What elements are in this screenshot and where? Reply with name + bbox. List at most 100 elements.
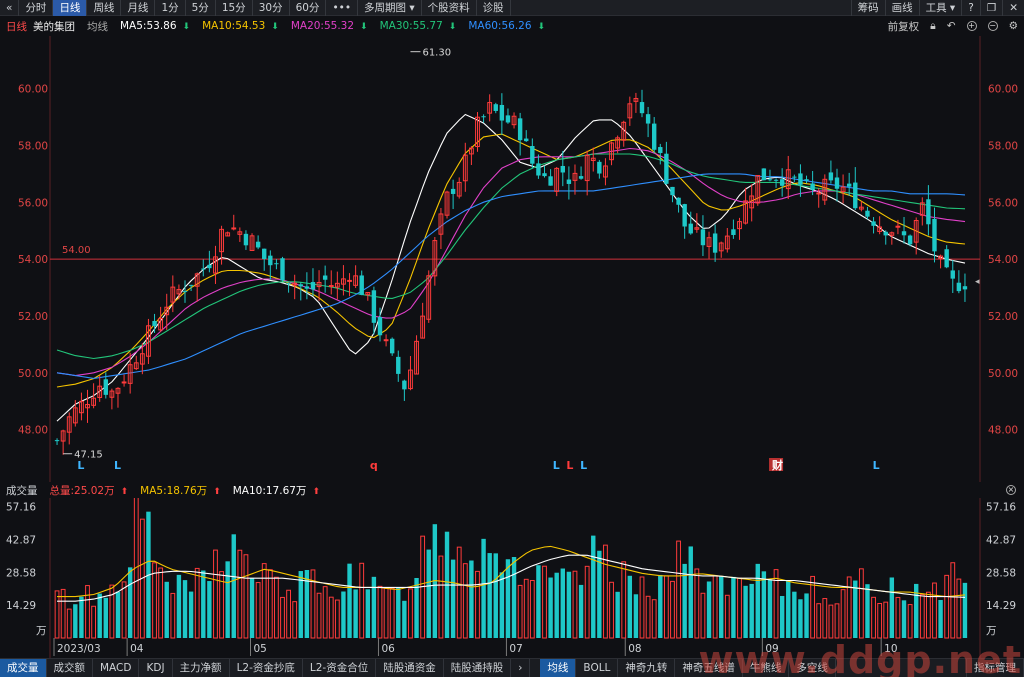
settings-icon[interactable]: ⚙	[1009, 20, 1018, 32]
candlestick	[962, 273, 968, 302]
candlestick	[834, 168, 840, 202]
candlestick	[121, 374, 127, 387]
vol-ma5-value: MA5:18.76万	[140, 484, 208, 497]
tab-intraday[interactable]: 分时	[19, 0, 54, 16]
tab-hk-flow[interactable]: 陆股通资金	[376, 659, 444, 677]
stock-name: 美的集团	[33, 20, 75, 33]
tab-monthly[interactable]: 月线	[121, 0, 156, 16]
tab-volume[interactable]: 成交量	[0, 659, 47, 677]
tab-daily[interactable]: 日线	[53, 0, 88, 16]
tab-ma[interactable]: 均线	[540, 659, 577, 677]
candlestick	[584, 150, 590, 196]
candlestick	[877, 216, 883, 235]
adjust-mode-button[interactable]: 前复权	[888, 19, 920, 34]
volume-bar	[615, 591, 620, 638]
candlestick	[566, 166, 572, 200]
candlestick	[682, 203, 687, 239]
candlestick	[718, 241, 724, 258]
candlestick-chart[interactable]: 60.00 60.00 58.00 58.00 56.00 56.00 54.00 54.00…	[0, 36, 1024, 482]
volume-bar	[676, 540, 681, 639]
volume-bar	[267, 569, 273, 639]
tab-60min[interactable]: 60分	[290, 0, 327, 16]
chips-button[interactable]: 筹码	[850, 0, 885, 16]
candlestick	[54, 438, 60, 445]
arrow-up-icon: ⬆	[120, 486, 129, 497]
candlestick	[499, 93, 505, 136]
ellipsis-icon[interactable]: •••	[326, 0, 359, 16]
tab-5min[interactable]: 5分	[186, 0, 216, 16]
candlestick	[651, 117, 657, 154]
tools-button[interactable]: 工具 ▾	[918, 0, 962, 16]
volume-bar	[322, 586, 328, 639]
volume-bar	[816, 603, 822, 639]
volume-chart[interactable]: 57.16 57.16 42.87 42.87 28.58 28.58 14.29 14.29…	[0, 498, 1024, 658]
x-month-label: 2023/03	[57, 643, 101, 655]
ma5-legend: MA5:53.86 ⬇	[114, 20, 190, 32]
tab-turnover[interactable]: 成交额	[47, 659, 93, 677]
vol-y-tick-label: 28.58	[6, 567, 36, 579]
candlestick	[944, 245, 949, 269]
lock-icon[interactable]: 🔒︎	[930, 20, 936, 33]
candlestick	[310, 268, 316, 296]
signal-marker: L	[77, 459, 84, 472]
tab-l2-position[interactable]: L2-资金合位	[303, 659, 377, 677]
tab-boll[interactable]: BOLL	[576, 659, 619, 677]
tab-weekly[interactable]: 周线	[87, 0, 122, 16]
vol-ma10: MA10:17.67万 ⬆	[227, 483, 320, 498]
tab-l2-bottom[interactable]: L2-资金抄底	[230, 659, 303, 677]
candlestick	[755, 175, 761, 206]
tab-main-net[interactable]: 主力净额	[173, 659, 230, 677]
zoom-in-icon[interactable]: +	[966, 21, 977, 31]
x-month-label: 07	[509, 643, 522, 655]
candlestick	[530, 138, 535, 169]
volume-bar	[871, 596, 876, 639]
tab-hk-holding[interactable]: 陆股通持股	[444, 659, 512, 677]
stock-profile-button[interactable]: 个股资料	[422, 0, 477, 16]
ma30-value: MA30:55.77	[379, 20, 443, 32]
undo-icon[interactable]: ↶	[947, 20, 956, 32]
zoom-out-icon[interactable]: −	[987, 21, 998, 31]
tab-macd[interactable]: MACD	[93, 659, 140, 677]
tab-15min[interactable]: 15分	[216, 0, 253, 16]
tab-td9[interactable]: 神奇九转	[618, 659, 676, 677]
tab-kdj[interactable]: KDJ	[139, 659, 173, 677]
volume-bar	[925, 591, 931, 639]
close-icon[interactable]: ✕	[1002, 0, 1024, 16]
close-icon[interactable]: ×	[1006, 485, 1016, 495]
candlestick	[572, 164, 578, 195]
volume-bar	[932, 582, 937, 639]
diagnose-button[interactable]: 诊股	[477, 0, 511, 16]
candlestick	[517, 112, 523, 156]
ma-line-ma20	[56, 147, 966, 377]
tab-30min[interactable]: 30分	[253, 0, 290, 16]
volume-bar	[779, 595, 785, 638]
candlestick	[304, 272, 310, 300]
candlestick	[712, 224, 718, 262]
tab-1min[interactable]: 1分	[155, 0, 186, 16]
volume-bar	[548, 577, 553, 638]
back-icon[interactable]: «	[0, 0, 20, 16]
candlestick	[328, 270, 334, 295]
vol-y-tick-label: 57.16	[986, 502, 1016, 514]
volume-bar	[853, 580, 858, 638]
draw-line-button[interactable]: 画线	[884, 0, 919, 16]
volume-bar	[883, 601, 889, 639]
signal-marker: L	[114, 459, 121, 472]
watermark: www.ddgp.net	[698, 638, 1022, 677]
volume-bar	[627, 575, 633, 638]
candlestick	[926, 185, 931, 236]
restore-icon[interactable]: ❐	[979, 0, 1002, 16]
signal-marker: L	[566, 459, 573, 472]
multi-period-dropdown[interactable]: 多周期图 ▾	[358, 0, 422, 16]
volume-bar	[207, 581, 212, 638]
y-tick-label: 54.00	[988, 254, 1018, 266]
volume-bar	[334, 599, 340, 639]
volume-bar	[91, 605, 97, 639]
volume-bar	[396, 587, 401, 638]
candlestick	[450, 179, 456, 210]
chevron-right-icon[interactable]: ›	[511, 659, 531, 677]
question-icon[interactable]: ?	[961, 0, 980, 16]
candlestick	[950, 260, 955, 293]
candlestick	[621, 120, 627, 147]
volume-bar	[274, 576, 279, 639]
